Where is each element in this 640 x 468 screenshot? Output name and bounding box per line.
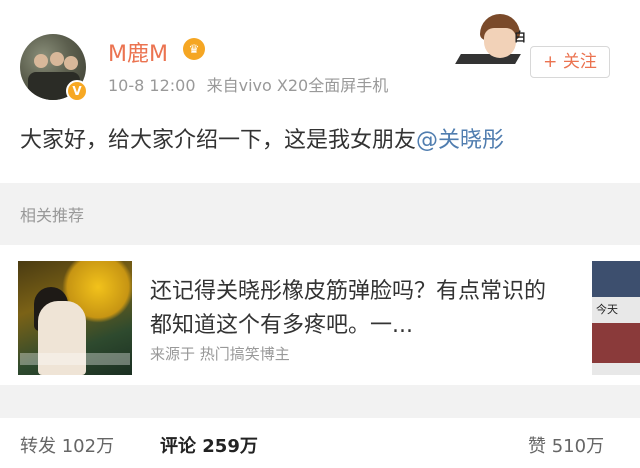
comment-label: 评论: [160, 436, 196, 457]
avatar-photo-face: [50, 52, 64, 66]
comment-count: 259万: [202, 436, 258, 457]
sticker-shadow: [455, 54, 521, 64]
like-button[interactable]: 赞 510万: [528, 432, 604, 458]
sticker-mark: 白: [514, 30, 527, 44]
weibo-post: V M鹿M ♛ 10-8 12:00 来自vivo X20全面屏手机 白 + 关…: [0, 0, 640, 183]
related-card[interactable]: 还记得关晓彤橡皮筋弹脸吗？有点常识的都知道这个有多疼吧。一... 来源于 热门搞…: [0, 245, 640, 385]
like-label: 赞: [528, 436, 546, 457]
like-count: 510万: [551, 436, 605, 457]
post-source[interactable]: 来自vivo X20全面屏手机: [207, 76, 389, 95]
related-card-source: 来源于 热门搞笑博主: [150, 345, 290, 363]
verified-badge-icon: V: [66, 80, 88, 102]
related-section-title: 相关推荐: [20, 206, 85, 225]
follow-button[interactable]: + 关注: [530, 46, 610, 78]
author-name[interactable]: M鹿M: [108, 36, 168, 68]
profile-sticker-image: 白: [455, 10, 527, 70]
next-card-image: [592, 261, 640, 297]
crown-icon: ♛: [183, 38, 205, 60]
related-card-title[interactable]: 还记得关晓彤橡皮筋弹脸吗？有点常识的都知道这个有多疼吧。一...: [150, 275, 550, 343]
post-text-main: 大家好，给大家介绍一下，这是我女朋友: [20, 128, 417, 153]
avatar-photo-face: [64, 56, 78, 70]
repost-button[interactable]: 转发 102万: [20, 432, 114, 458]
next-card-label: 今天: [596, 303, 618, 316]
comment-button[interactable]: 评论 259万: [160, 432, 258, 458]
repost-count: 102万: [61, 436, 115, 457]
post-meta: 10-8 12:00 来自vivo X20全面屏手机: [108, 72, 394, 96]
thumbnail-caption-strip: [20, 353, 130, 365]
post-text: 大家好，给大家介绍一下，这是我女朋友@关晓彤: [20, 122, 504, 154]
related-card-thumbnail[interactable]: [18, 261, 132, 375]
avatar-photo-face: [34, 54, 48, 68]
repost-label: 转发: [20, 436, 56, 457]
mention-link[interactable]: @关晓彤: [416, 128, 504, 153]
next-card-photo: [592, 323, 640, 363]
next-card-peek[interactable]: 今天: [592, 261, 640, 375]
post-time: 10-8 12:00: [108, 76, 196, 95]
stats-bar: 转发 102万 评论 259万 赞 510万: [0, 418, 640, 468]
